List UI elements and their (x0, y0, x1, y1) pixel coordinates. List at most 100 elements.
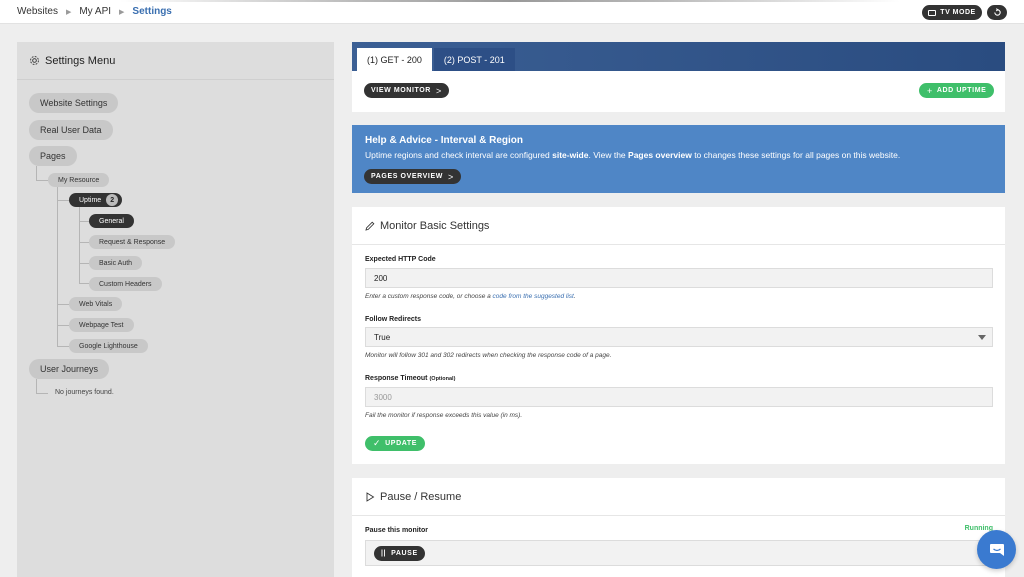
sidebar-item-webpage-test[interactable]: Webpage Test (69, 318, 134, 332)
breadcrumb-separator-icon: ▶ (119, 8, 125, 16)
tv-mode-label: TV MODE (940, 9, 976, 16)
pause-icon: || (381, 550, 387, 557)
help-text: Uptime regions and check interval are co… (365, 150, 992, 160)
view-monitor-label: VIEW MONITOR (371, 87, 431, 94)
help-title: Help & Advice - Interval & Region (365, 135, 523, 146)
tree-line (79, 283, 89, 284)
breadcrumb-separator-icon: ▶ (65, 8, 72, 16)
sidebar-item-user-journeys[interactable]: User Journeys (29, 359, 110, 379)
tree-line (57, 304, 69, 305)
chat-bubble-icon (989, 543, 1004, 556)
help-text-part: . (573, 293, 576, 300)
chat-widget-button[interactable] (977, 530, 1016, 569)
help-advice-banner: Help & Advice - Interval & Region Uptime… (352, 125, 1005, 193)
sidebar-item-web-vitals[interactable]: Web Vitals (69, 297, 123, 311)
follow-redirects-select[interactable]: True (365, 327, 993, 347)
dropdown-arrow-icon (978, 335, 986, 340)
tree-line (57, 346, 69, 347)
pause-label: PAUSE (391, 550, 418, 557)
follow-redirects-help: Monitor will follow 301 and 302 redirect… (365, 352, 612, 359)
plus-icon: + (927, 85, 933, 96)
http-code-label: Expected HTTP Code (365, 256, 436, 263)
help-text-part: to changes these settings for all pages … (691, 150, 901, 160)
add-uptime-button[interactable]: + ADD UPTIME (919, 83, 995, 98)
update-button[interactable]: ✓ UPDATE (365, 436, 426, 451)
refresh-button[interactable] (987, 5, 1007, 20)
http-code-input[interactable]: 200 (365, 268, 993, 288)
help-text-part: . View the (588, 150, 629, 160)
no-journeys-text: No journeys found. (55, 389, 114, 396)
checkmark-icon: ✓ (373, 438, 382, 448)
pause-monitor-label: Pause this monitor (365, 527, 429, 534)
add-uptime-label: ADD UPTIME (936, 87, 987, 94)
tree-line (79, 263, 89, 264)
help-text-pages-overview[interactable]: Pages overview (628, 150, 692, 160)
sidebar-item-my-resource[interactable]: My Resource (48, 173, 110, 187)
sidebar-title: Settings Menu (45, 54, 116, 67)
pause-resume-title: Pause / Resume (380, 490, 462, 503)
response-timeout-label-text: Response Timeout (365, 375, 428, 382)
gear-icon (30, 56, 39, 65)
follow-redirects-label: Follow Redirects (365, 316, 422, 323)
pause-control-box: || PAUSE (365, 540, 993, 566)
breadcrumb-my-api[interactable]: My API (79, 6, 111, 17)
pause-resume-header: Pause / Resume (352, 478, 1005, 516)
sidebar-item-uptime-label: Uptime (79, 196, 102, 204)
tree-line (36, 393, 48, 394)
breadcrumb-current: Settings (132, 6, 172, 17)
tree-line (57, 187, 58, 347)
pages-overview-label: PAGES OVERVIEW (371, 173, 443, 180)
pause-button[interactable]: || PAUSE (374, 546, 425, 561)
top-bar-accent-line (120, 0, 900, 2)
view-monitor-button[interactable]: VIEW MONITOR > (364, 83, 449, 98)
optional-tag: (Optional) (429, 376, 456, 382)
response-timeout-label: Response Timeout (Optional) (365, 375, 455, 382)
sidebar-item-custom-headers[interactable]: Custom Headers (89, 277, 162, 291)
sidebar-item-google-lighthouse[interactable]: Google Lighthouse (69, 339, 148, 353)
basic-settings-title: Monitor Basic Settings (380, 219, 490, 232)
pause-resume-card: Pause / Resume Pause this monitor Runnin… (352, 478, 1005, 577)
top-bar: Websites ▶ My API ▶ Settings TV MODE (0, 0, 1024, 24)
monitor-tabs: (1) GET - 200 (2) POST - 201 (352, 42, 1005, 71)
breadcrumb: Websites ▶ My API ▶ Settings (17, 6, 172, 17)
sidebar-item-pages[interactable]: Pages (29, 146, 77, 166)
breadcrumb-websites[interactable]: Websites (17, 6, 58, 17)
tree-line (79, 221, 89, 222)
tree-line (79, 207, 80, 284)
sidebar-header: Settings Menu (17, 42, 334, 80)
sidebar-item-uptime[interactable]: Uptime 2 (69, 193, 123, 207)
help-text-site-wide: site-wide (552, 150, 589, 160)
sidebar-item-general[interactable]: General (89, 214, 134, 228)
tab-get-200[interactable]: (1) GET - 200 (357, 48, 432, 71)
help-text-part: Uptime regions and check interval are co… (365, 150, 553, 160)
pages-overview-button[interactable]: PAGES OVERVIEW > (364, 169, 461, 184)
sidebar-item-website-settings[interactable]: Website Settings (29, 93, 119, 113)
tv-mode-button[interactable]: TV MODE (922, 5, 982, 20)
follow-redirects-value: True (374, 332, 391, 342)
response-timeout-help: Fail the monitor if response exceeds thi… (365, 412, 523, 419)
update-label: UPDATE (385, 440, 418, 447)
uptime-count-badge: 2 (106, 194, 119, 206)
settings-sidebar: Settings Menu Website Settings Real User… (17, 42, 334, 577)
pencil-icon (365, 221, 375, 231)
tree-line (57, 325, 69, 326)
tree-line (36, 379, 37, 393)
sidebar-item-real-user-data[interactable]: Real User Data (29, 120, 113, 140)
response-timeout-input[interactable]: 3000 (365, 387, 993, 407)
monitor-tabs-card: (1) GET - 200 (2) POST - 201 VIEW MONITO… (352, 42, 1005, 112)
tv-icon (928, 9, 937, 16)
basic-settings-header: Monitor Basic Settings (352, 207, 1005, 245)
http-code-help: Enter a custom response code, or choose … (365, 293, 576, 300)
chevron-right-icon: > (435, 85, 442, 96)
help-text-part: Enter a custom response code, or choose … (365, 293, 493, 300)
suggested-codes-link[interactable]: code from the suggested list (493, 293, 574, 300)
tree-line (36, 166, 37, 180)
tree-line (57, 200, 69, 201)
tree-line (79, 242, 89, 243)
sidebar-item-basic-auth[interactable]: Basic Auth (89, 256, 143, 270)
tab-post-201[interactable]: (2) POST - 201 (433, 48, 515, 71)
monitor-basic-settings-card: Monitor Basic Settings Expected HTTP Cod… (352, 207, 1005, 464)
chevron-right-icon: > (447, 171, 454, 182)
play-icon (366, 491, 375, 502)
sidebar-item-request-response[interactable]: Request & Response (89, 235, 176, 249)
